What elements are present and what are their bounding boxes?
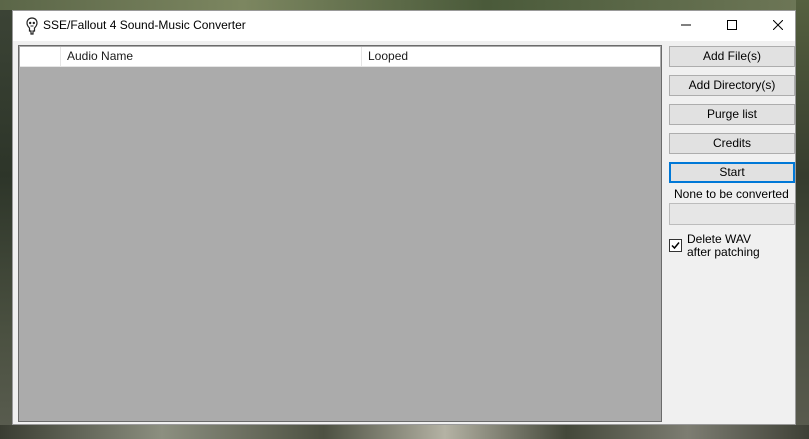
list-header: Audio Name Looped bbox=[20, 47, 660, 67]
add-directory-button[interactable]: Add Directory(s) bbox=[669, 75, 795, 96]
audio-list[interactable]: Audio Name Looped bbox=[18, 45, 662, 422]
title-bar[interactable]: SSE/Fallout 4 Sound-Music Converter bbox=[13, 11, 795, 41]
client-area: Audio Name Looped Add File(s) Add Direct… bbox=[13, 41, 795, 424]
column-header-check[interactable] bbox=[20, 47, 61, 66]
column-header-looped[interactable]: Looped bbox=[362, 47, 660, 66]
maximize-icon bbox=[727, 17, 737, 35]
add-files-button[interactable]: Add File(s) bbox=[669, 46, 795, 67]
purge-list-button[interactable]: Purge list bbox=[669, 104, 795, 125]
maximize-button[interactable] bbox=[709, 11, 755, 41]
close-button[interactable] bbox=[755, 11, 801, 41]
delete-wav-label[interactable]: Delete WAV after patching bbox=[687, 233, 787, 259]
desktop-background-bottom bbox=[0, 425, 809, 439]
checkmark-icon bbox=[671, 242, 680, 250]
app-icon bbox=[25, 17, 39, 35]
delete-wav-checkbox[interactable] bbox=[669, 239, 682, 252]
conversion-status: None to be converted bbox=[674, 187, 789, 201]
window-title: SSE/Fallout 4 Sound-Music Converter bbox=[43, 18, 246, 32]
column-header-audio-name[interactable]: Audio Name bbox=[61, 47, 362, 66]
start-button[interactable]: Start bbox=[669, 162, 795, 183]
minimize-icon bbox=[681, 17, 691, 35]
close-icon bbox=[772, 17, 784, 35]
desktop-background-top bbox=[0, 0, 809, 10]
conversion-progress-bar bbox=[669, 203, 795, 225]
credits-button[interactable]: Credits bbox=[669, 133, 795, 154]
app-window: SSE/Fallout 4 Sound-Music Converter Audi… bbox=[12, 10, 796, 425]
delete-wav-label-line2: after patching bbox=[687, 245, 760, 259]
desktop-background-right bbox=[796, 0, 809, 439]
minimize-button[interactable] bbox=[663, 11, 709, 41]
